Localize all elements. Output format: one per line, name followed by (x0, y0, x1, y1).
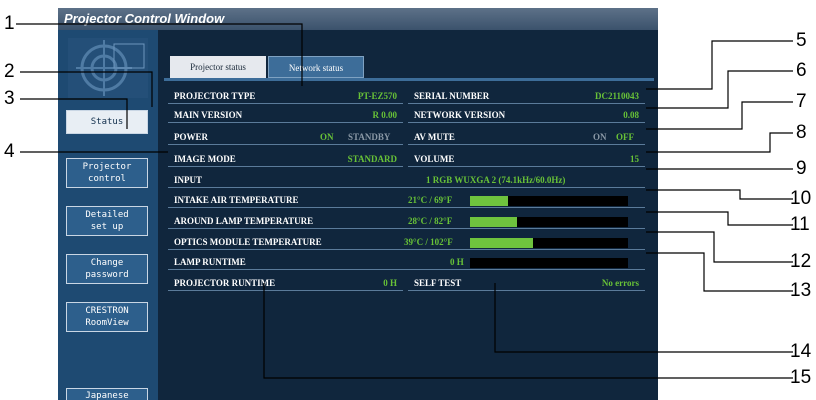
callout-15: 15 (790, 367, 812, 388)
callout-line-10 (646, 189, 793, 200)
callout-line-14 (494, 283, 793, 353)
callout-line-13 (646, 252, 793, 292)
callout-8: 8 (796, 122, 807, 143)
callout-line-12 (646, 231, 793, 263)
callout-7: 7 (796, 91, 807, 112)
callout-4: 4 (4, 141, 15, 162)
callout-1: 1 (4, 13, 15, 34)
callout-5: 5 (796, 30, 807, 51)
callout-11: 11 (790, 214, 810, 235)
callout-2: 2 (4, 61, 15, 82)
callout-line-8 (646, 132, 793, 153)
callout-line-11 (646, 211, 793, 226)
callout-line-2 (20, 71, 153, 107)
callout-6: 6 (796, 60, 807, 81)
callout-line-5 (646, 40, 793, 90)
callout-12: 12 (790, 251, 812, 272)
callout-line-1 (16, 23, 303, 86)
callout-9: 9 (796, 158, 807, 179)
callout-13: 13 (790, 280, 812, 301)
manual-figure: Projector Control Window Status Projecto… (0, 0, 816, 400)
callout-line-7 (646, 101, 793, 130)
callout-3: 3 (4, 88, 15, 109)
callout-line-15 (263, 283, 793, 379)
callout-lines (16, 23, 793, 379)
callout-line-3 (20, 98, 128, 129)
callout-10: 10 (790, 188, 812, 209)
callout-14: 14 (790, 341, 812, 362)
